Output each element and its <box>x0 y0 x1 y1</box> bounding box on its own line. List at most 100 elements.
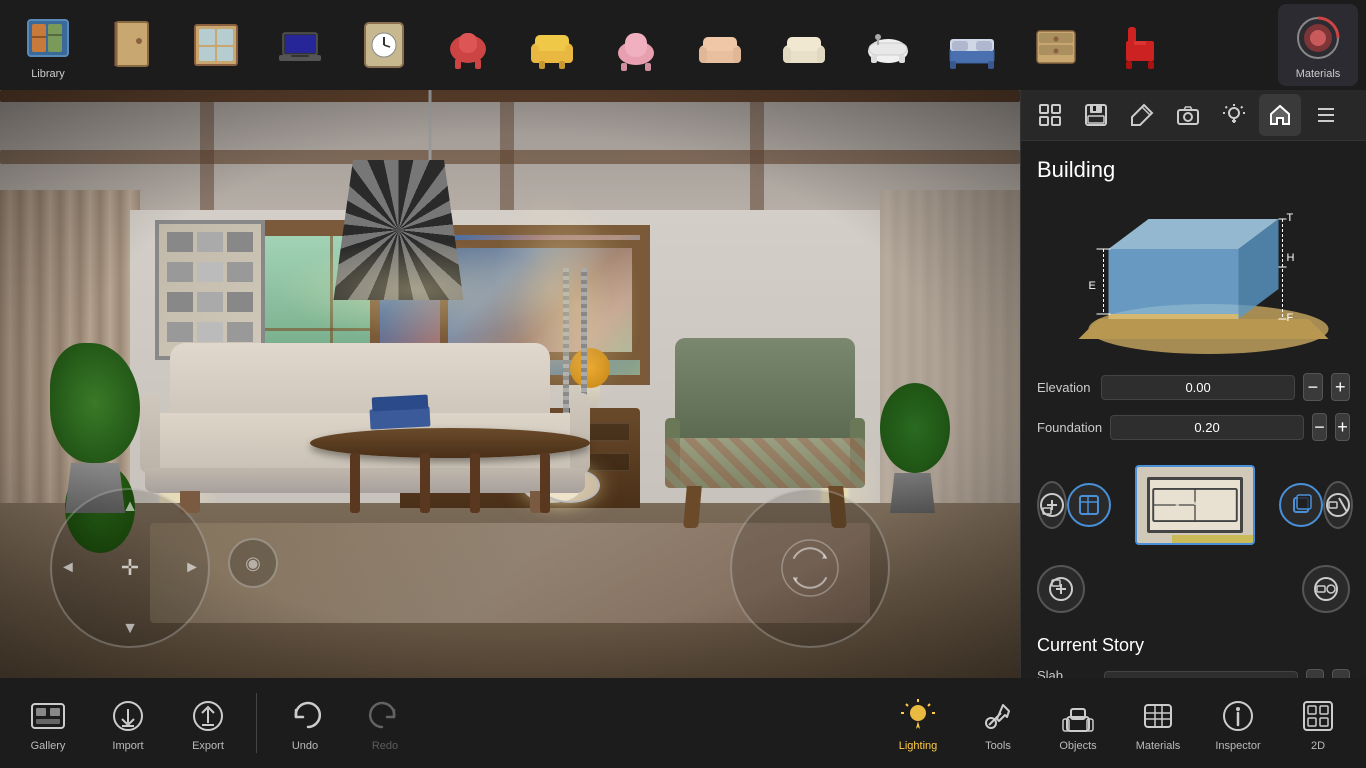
slab-minus-btn[interactable]: − <box>1306 669 1324 678</box>
add-story-below-btn[interactable] <box>1037 565 1085 613</box>
slab-thickness-row: Slab Thickness − + <box>1021 662 1366 678</box>
import-btn[interactable]: Import <box>88 682 168 764</box>
sofa-yellow-icon <box>524 17 580 73</box>
tools-btn[interactable]: Tools <box>958 682 1038 764</box>
export-label: Export <box>192 740 224 752</box>
sofa-peach-item[interactable] <box>680 4 760 86</box>
library-icon <box>20 10 76 66</box>
import-label: Import <box>112 740 143 752</box>
export-icon <box>186 694 230 738</box>
current-story-title: Current Story <box>1021 623 1366 662</box>
foundation-input[interactable] <box>1110 415 1304 440</box>
gallery-btn[interactable]: Gallery <box>8 682 88 764</box>
tools-icon <box>976 694 1020 738</box>
objects-btn[interactable]: Objects <box>1038 682 1118 764</box>
lighting-btn[interactable]: Lighting <box>878 682 958 764</box>
bed-item[interactable] <box>932 4 1012 86</box>
navigation-pad[interactable]: ✛ ▲ ▼ ◄ ► <box>50 488 210 648</box>
foundation-minus-btn[interactable]: − <box>1312 413 1327 441</box>
chair-red-icon <box>440 17 496 73</box>
2d-icon <box>1296 694 1340 738</box>
materials-label: Materials <box>1296 68 1341 80</box>
paint-btn[interactable] <box>1121 94 1163 136</box>
export-btn[interactable]: Export <box>168 682 248 764</box>
light-btn[interactable] <box>1213 94 1255 136</box>
separator-1 <box>256 693 257 753</box>
camera-btn[interactable] <box>1167 94 1209 136</box>
elevation-row: Elevation − + <box>1021 367 1366 407</box>
elevation-plus-btn[interactable]: + <box>1331 373 1350 401</box>
sofa-yellow-item[interactable] <box>512 4 592 86</box>
elevation-minus-btn[interactable]: − <box>1303 373 1322 401</box>
undo-label: Undo <box>292 740 318 752</box>
coffee-table[interactable] <box>310 428 590 528</box>
dresser-top-item[interactable] <box>1016 4 1096 86</box>
story-settings-btn[interactable] <box>1302 565 1350 613</box>
foundation-plus-btn[interactable]: + <box>1335 413 1350 441</box>
chair-red-item[interactable] <box>428 4 508 86</box>
undo-icon <box>283 694 327 738</box>
pendant-lamp <box>397 90 464 300</box>
story-actions-row <box>1021 447 1366 563</box>
copy-floor-plan-btn[interactable] <box>1279 483 1323 527</box>
clock-icon <box>356 17 412 73</box>
library-button[interactable]: Library <box>8 4 88 86</box>
story-actions-row2 <box>1021 555 1366 623</box>
zoom-button[interactable]: ◉ <box>228 538 278 588</box>
foundation-label: Foundation <box>1037 420 1102 435</box>
panel-icons-row <box>1021 90 1366 141</box>
save-btn[interactable] <box>1075 94 1117 136</box>
inspector-btn[interactable]: Inspector <box>1198 682 1278 764</box>
materials-button[interactable]: Materials <box>1278 4 1358 86</box>
objects-icon <box>1056 694 1100 738</box>
inspector-label: Inspector <box>1215 740 1260 752</box>
2d-label: 2D <box>1311 740 1325 752</box>
door-item[interactable] <box>92 4 172 86</box>
materials-bottom-label: Materials <box>1136 740 1181 752</box>
rotate-pad[interactable] <box>730 488 890 648</box>
delete-story-btn[interactable] <box>1323 481 1353 529</box>
materials-bottom-icon <box>1136 694 1180 738</box>
clock-item[interactable] <box>344 4 424 86</box>
elevation-label: Elevation <box>1037 380 1093 395</box>
slab-plus-btn[interactable]: + <box>1332 669 1350 678</box>
sofa-cream-item[interactable] <box>764 4 844 86</box>
svg-text:T: T <box>1287 212 1294 224</box>
foundation-row: Foundation − + <box>1021 407 1366 447</box>
undo-btn[interactable]: Undo <box>265 682 345 764</box>
chair-red2-item[interactable] <box>1100 4 1180 86</box>
floor-plan-thumbnail[interactable] <box>1135 465 1255 545</box>
library-label: Library <box>31 68 65 80</box>
add-story-above-btn[interactable] <box>1037 481 1067 529</box>
redo-label: Redo <box>372 740 398 752</box>
bottom-toolbar: Gallery Import Export <box>0 678 1366 768</box>
home-btn[interactable] <box>1259 94 1301 136</box>
materials-icon <box>1290 10 1346 66</box>
select-tool-btn[interactable] <box>1029 94 1071 136</box>
chair-pink-item[interactable] <box>596 4 676 86</box>
right-panel: Building T H E F <box>1020 90 1366 678</box>
redo-icon <box>363 694 407 738</box>
elevation-input[interactable] <box>1101 375 1295 400</box>
objects-label: Objects <box>1059 740 1096 752</box>
sofa-peach-icon <box>692 17 748 73</box>
main-3d-view[interactable]: ✛ ▲ ▼ ◄ ► ◉ <box>0 90 1020 678</box>
materials-bottom-btn[interactable]: Materials <box>1118 682 1198 764</box>
building-title: Building <box>1021 141 1366 191</box>
inspector-icon <box>1216 694 1260 738</box>
plant-right <box>880 443 950 513</box>
window-item[interactable] <box>176 4 256 86</box>
dresser-top-icon <box>1028 17 1084 73</box>
laptop-item[interactable] <box>260 4 340 86</box>
door-icon <box>104 16 160 72</box>
wall-decoration-left <box>155 220 265 360</box>
slab-thickness-input[interactable] <box>1104 671 1298 679</box>
bathtub-item[interactable] <box>848 4 928 86</box>
chair-pink-icon <box>608 17 664 73</box>
svg-text:H: H <box>1287 252 1295 264</box>
2d-btn[interactable]: 2D <box>1278 682 1358 764</box>
redo-btn[interactable]: Redo <box>345 682 425 764</box>
list-btn[interactable] <box>1305 94 1347 136</box>
add-floor-plan-btn[interactable] <box>1067 483 1111 527</box>
building-diagram: T H E F <box>1037 199 1350 359</box>
